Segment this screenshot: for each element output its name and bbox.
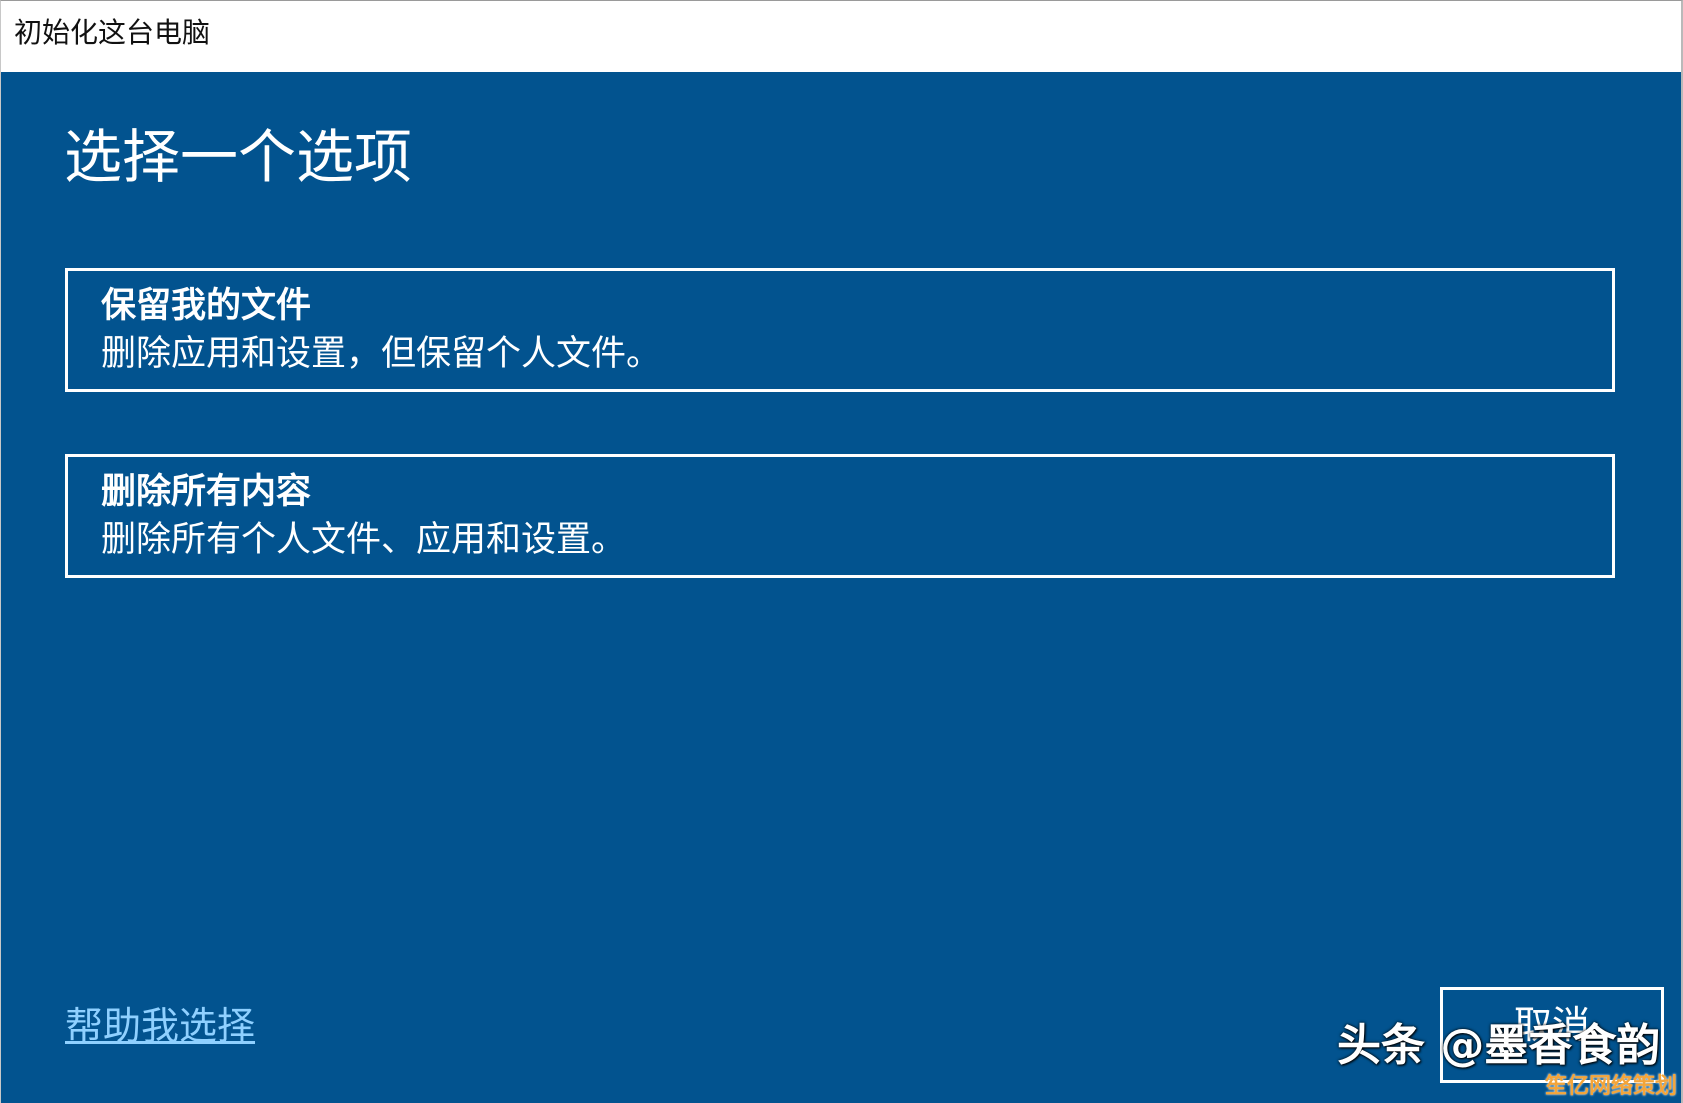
window-title: 初始化这台电脑 <box>14 16 211 49</box>
watermark-text: 头条 @墨香食韵 <box>1337 1020 1661 1071</box>
option-description: 删除所有个人文件、应用和设置。 <box>101 520 627 560</box>
page-heading: 选择一个选项 <box>64 123 413 191</box>
main-panel: 选择一个选项 保留我的文件 删除应用和设置，但保留个人文件。 删除所有内容 删除… <box>1 72 1681 1103</box>
help-me-choose-link[interactable]: 帮助我选择 <box>65 1007 255 1045</box>
reset-pc-window: 初始化这台电脑 选择一个选项 保留我的文件 删除应用和设置，但保留个人文件。 删… <box>0 0 1683 1103</box>
corner-badge: 笙亿网络策划 <box>1544 1074 1677 1099</box>
option-title: 保留我的文件 <box>101 286 312 326</box>
remove-everything-option[interactable]: 删除所有内容 删除所有个人文件、应用和设置。 <box>65 454 1615 578</box>
option-title: 删除所有内容 <box>101 472 312 512</box>
title-bar: 初始化这台电脑 <box>1 1 1681 72</box>
option-description: 删除应用和设置，但保留个人文件。 <box>101 334 662 374</box>
keep-my-files-option[interactable]: 保留我的文件 删除应用和设置，但保留个人文件。 <box>65 268 1615 392</box>
